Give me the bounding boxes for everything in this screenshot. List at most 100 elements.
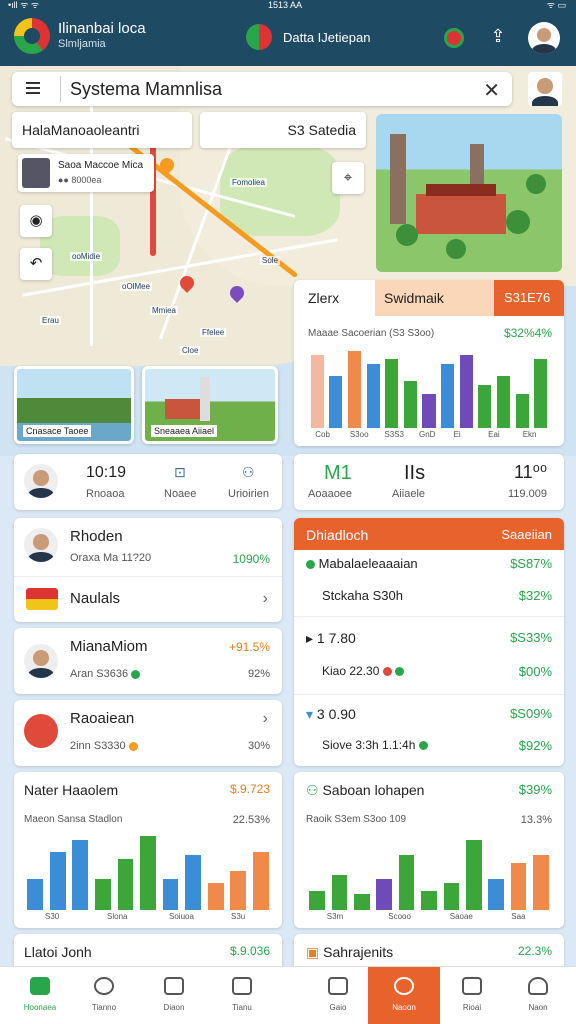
chart-bar <box>534 359 548 428</box>
nav-profile[interactable]: Naon <box>506 967 570 1024</box>
chart-bar <box>117 859 134 910</box>
nav-tickets[interactable]: Gaio <box>306 967 370 1024</box>
users-icon: ⚇ <box>306 782 319 798</box>
chart-stat: 22.53% <box>232 814 270 826</box>
stat-a-label: Aoaaoee <box>308 488 353 500</box>
map-label: Erau <box>40 316 61 325</box>
stat-b-value: IIs <box>404 462 426 484</box>
bar-chart-3 <box>306 832 552 910</box>
locate-button[interactable]: ⌖ <box>332 162 364 194</box>
list-card-2[interactable]: MianaMiom Aran S3636 +91.5% 92% <box>14 628 282 694</box>
chart-bar <box>496 376 510 428</box>
status-dot-icon <box>382 667 392 677</box>
panel-row-title: Kiao 22.30 <box>322 664 380 678</box>
panel-row-value: $S33% <box>510 630 552 645</box>
close-icon[interactable]: ✕ <box>483 78 500 103</box>
nav-favorites[interactable]: Tianno <box>72 967 136 1024</box>
landmark-illustration <box>376 114 562 272</box>
crosshair-icon: ⌖ <box>343 169 353 186</box>
bottom-nav: Hoonaea Tianno Diaon Tianu Gaio Naoon Ri… <box>0 966 576 1024</box>
nav-compass[interactable]: Naoon <box>368 967 440 1024</box>
photo-lake[interactable]: Cnasace Taoee <box>14 366 134 444</box>
nav-home[interactable]: Hoonaea <box>8 967 72 1024</box>
compass-button[interactable]: ◉ <box>20 205 52 237</box>
menu-icon[interactable] <box>26 82 40 94</box>
chevron-right-icon[interactable]: › <box>263 590 268 608</box>
list-card-1: Rhoden Oraxa Ma 11?20 1090% Naulals › <box>14 518 282 622</box>
chart-bar <box>329 376 343 428</box>
chart-bar <box>398 855 415 910</box>
chart-card-1: Zlerx Swidmaik S31E76 Maaae Sacoerian (S… <box>294 280 564 446</box>
app-logo-icon[interactable] <box>14 18 50 54</box>
signal-icon: •ıll ᯤ ᯤ <box>8 0 40 10</box>
status-dot-icon <box>128 741 138 751</box>
chart-bar <box>443 882 460 910</box>
share-icon[interactable]: ⇪ <box>487 26 509 48</box>
chart-bar <box>140 835 156 910</box>
photo-monument[interactable]: Sneaaea Aiiael <box>142 366 278 444</box>
list-item-value2: 30% <box>247 740 270 752</box>
nav-label: Hoonaea <box>23 1003 57 1012</box>
chart-bar <box>532 855 549 910</box>
date-chip[interactable]: S3 Satedia <box>200 112 366 148</box>
panel-row-value: $S09% <box>510 706 552 721</box>
list-item-title[interactable]: Raoaiean <box>70 710 134 727</box>
nav-calendar[interactable]: Diaon <box>142 967 206 1024</box>
notification-badge-icon[interactable] <box>444 28 464 48</box>
footer-title: Sahrajenits <box>323 944 394 960</box>
footer-value: $.9.036 <box>229 944 270 958</box>
location-chip[interactable]: HalaManoaoleantri <box>12 112 192 148</box>
bar-chart-1 <box>308 342 550 428</box>
map-label: Mmiea <box>150 306 179 315</box>
place-card[interactable]: Saoa Maccoe Mica ●● 8000ea <box>18 154 154 192</box>
tab-a[interactable]: Zlerx <box>308 290 339 306</box>
nav-label: Tianu <box>232 1003 252 1012</box>
app-title: Ilinanbai loca <box>58 20 146 37</box>
chart-bar <box>252 851 269 910</box>
chart-subtitle: Maeon Sansa Stadlon <box>24 814 123 825</box>
profile-card[interactable]: 10:19 Rnoaoa ⊡ Noaee ⚇ Urioirien <box>14 454 282 510</box>
list-card-3[interactable]: Raoaiean › 2inn S3330 30% <box>14 700 282 766</box>
header-avatar[interactable] <box>528 22 560 54</box>
profile-value: 10:19 <box>86 464 127 481</box>
status-dot-icon <box>418 741 428 751</box>
list-item-title[interactable]: Rhoden <box>70 528 123 545</box>
chart-bar <box>310 354 324 428</box>
map-label: Cloe <box>180 346 201 355</box>
chart-bar <box>230 871 247 910</box>
user-icon[interactable]: ⚇ <box>242 464 255 481</box>
chevron-right-icon[interactable]: › <box>263 710 268 728</box>
panel-row-title: 1 7.80 <box>316 630 356 646</box>
place-sub: ●● 8000ea <box>58 175 102 185</box>
notes-icon[interactable]: ⊡ <box>174 464 186 481</box>
panel-row-value: $S87% <box>510 556 552 571</box>
nav-messages[interactable]: Rioai <box>440 967 504 1024</box>
place-thumbnail <box>22 158 50 188</box>
panel-row-value: $00% <box>518 664 552 679</box>
panel-row-title: Siove 3:3h 1.1:4h <box>322 738 416 752</box>
list-item-title[interactable]: MianaMiom <box>70 638 148 655</box>
x-tick-label: S3S3 <box>384 430 404 439</box>
chart-bar <box>27 878 44 910</box>
ticket-icon <box>328 977 348 995</box>
route-button[interactable]: ↶ <box>20 248 52 280</box>
chart-bar <box>421 890 437 910</box>
chart-bar <box>488 878 504 910</box>
nav-tasks[interactable]: Tianu <box>210 967 274 1024</box>
notes-label: Noaee <box>164 488 197 500</box>
search-bar[interactable]: Systema Mamnlisa ✕ <box>12 72 512 106</box>
list-item-title[interactable]: Naulals <box>70 590 120 607</box>
header-center-label[interactable]: Datta IJetiepan <box>283 30 370 45</box>
stat-b-label: Aiiaele <box>392 488 426 500</box>
search-input[interactable]: Systema Mamnlisa <box>70 79 222 100</box>
message-icon <box>462 977 482 995</box>
stat-c-value: 11⁰⁰ <box>514 462 548 482</box>
panel-row-title[interactable]: Stckaha S30h <box>322 588 403 603</box>
tab-b[interactable]: Swidmaik <box>384 290 444 306</box>
status-time: 1513 AA <box>268 0 303 10</box>
flag-icon <box>246 24 272 50</box>
chart-bar <box>366 363 380 428</box>
compass-icon: ◉ <box>29 212 43 229</box>
user-label: Urioirien <box>228 488 269 500</box>
search-avatar[interactable] <box>528 72 562 106</box>
